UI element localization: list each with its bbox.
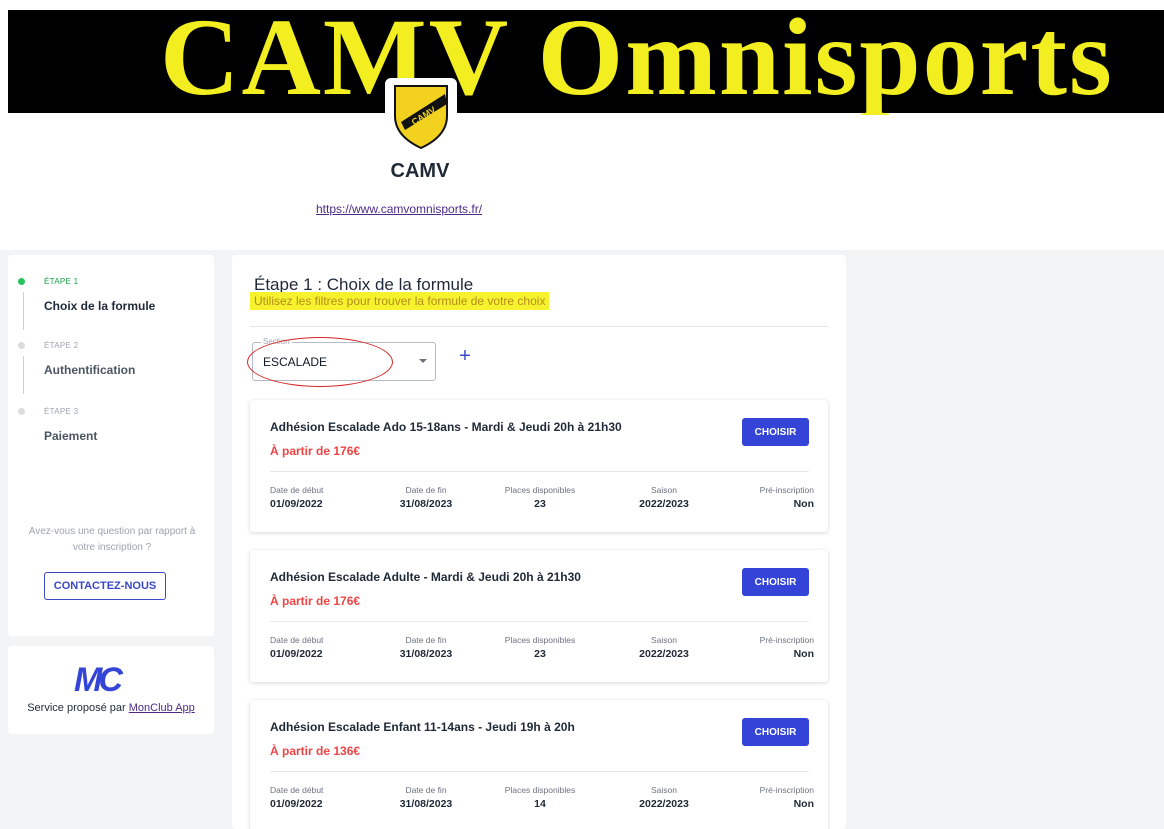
choose-button[interactable]: CHOISIR xyxy=(742,568,809,596)
page-subtitle: Utilisez les filtres pour trouver la for… xyxy=(250,292,550,310)
offer-price: À partir de 176€ xyxy=(270,594,361,608)
meta-end: Date de fin 31/08/2023 xyxy=(399,785,453,810)
step-3-label: ÉTAPE 3 xyxy=(44,407,79,416)
step-1-indicator xyxy=(18,278,25,285)
monclub-logo-text: MC xyxy=(74,661,123,693)
plus-icon[interactable]: + xyxy=(456,346,474,366)
meta-prereg: Pré-inscription Non xyxy=(759,785,814,810)
step-connector xyxy=(23,356,24,394)
offer-title: Adhésion Escalade Ado 15-18ans - Mardi &… xyxy=(270,420,622,434)
step-1-label: ÉTAPE 1 xyxy=(44,277,79,286)
contact-button[interactable]: CONTACTEZ-NOUS xyxy=(44,572,166,600)
service-panel: MC Service proposé par MonClub App xyxy=(8,646,214,734)
club-header xyxy=(0,115,1164,250)
meta-season: Saison 2022/2023 xyxy=(639,635,689,660)
service-credit: Service proposé par MonClub App xyxy=(8,702,214,714)
offer-card: Adhésion Escalade Ado 15-18ans - Mardi &… xyxy=(250,400,828,532)
club-logo: CAMV xyxy=(385,78,457,150)
meta-places: Places disponibles 23 xyxy=(504,635,576,660)
meta-prereg: Pré-inscription Non xyxy=(759,485,814,510)
offer-price: À partir de 176€ xyxy=(270,444,361,458)
stepper-panel: ÉTAPE 1 Choix de la formule ÉTAPE 2 Auth… xyxy=(8,255,214,636)
meta-end: Date de fin 31/08/2023 xyxy=(399,485,453,510)
banner-title: CAMV Omnisports xyxy=(160,0,1114,115)
offer-price: À partir de 136€ xyxy=(270,744,361,758)
meta-start: Date de début 01/09/2022 xyxy=(270,785,324,810)
banner: CAMV Omnisports xyxy=(0,0,1164,115)
meta-season: Saison 2022/2023 xyxy=(639,485,689,510)
step-2-title: Authentification xyxy=(44,363,136,377)
meta-season: Saison 2022/2023 xyxy=(639,785,689,810)
section-select-label: Section xyxy=(261,337,292,346)
offer-title: Adhésion Escalade Adulte - Mardi & Jeudi… xyxy=(270,570,581,584)
chevron-down-icon xyxy=(419,359,427,363)
step-3-title: Paiement xyxy=(44,429,98,443)
help-question: Avez-vous une question par rapport à vot… xyxy=(28,526,196,553)
section-select-value: ESCALADE xyxy=(263,355,328,369)
step-3-indicator xyxy=(18,408,25,415)
offer-card: Adhésion Escalade Adulte - Mardi & Jeudi… xyxy=(250,550,828,682)
monclub-link[interactable]: MonClub App xyxy=(129,702,195,714)
monclub-logo: MC xyxy=(72,661,142,699)
club-name: CAMV xyxy=(390,160,450,182)
step-connector xyxy=(23,292,24,330)
step-2-label: ÉTAPE 2 xyxy=(44,341,79,350)
choose-button[interactable]: CHOISIR xyxy=(742,718,809,746)
step-1-title: Choix de la formule xyxy=(44,299,156,313)
card-divider xyxy=(270,471,809,472)
step-2-indicator xyxy=(18,342,25,349)
club-website-link[interactable]: https://www.camvomnisports.fr/ xyxy=(316,202,482,216)
meta-prereg: Pré-inscription Non xyxy=(759,635,814,660)
service-prefix: Service proposé par xyxy=(27,702,126,714)
meta-start: Date de début 01/09/2022 xyxy=(270,485,324,510)
main-panel: Étape 1 : Choix de la formule Utilisez l… xyxy=(232,255,846,829)
card-divider xyxy=(270,621,809,622)
meta-places: Places disponibles 14 xyxy=(504,785,576,810)
offer-card: Adhésion Escalade Enfant 11-14ans - Jeud… xyxy=(250,700,828,829)
offer-title: Adhésion Escalade Enfant 11-14ans - Jeud… xyxy=(270,720,575,734)
card-divider xyxy=(270,771,809,772)
choose-button[interactable]: CHOISIR xyxy=(742,418,809,446)
divider xyxy=(250,326,828,327)
meta-places: Places disponibles 23 xyxy=(504,485,576,510)
meta-start: Date de début 01/09/2022 xyxy=(270,635,324,660)
section-select[interactable]: Section ESCALADE xyxy=(247,337,436,387)
meta-end: Date de fin 31/08/2023 xyxy=(399,635,453,660)
